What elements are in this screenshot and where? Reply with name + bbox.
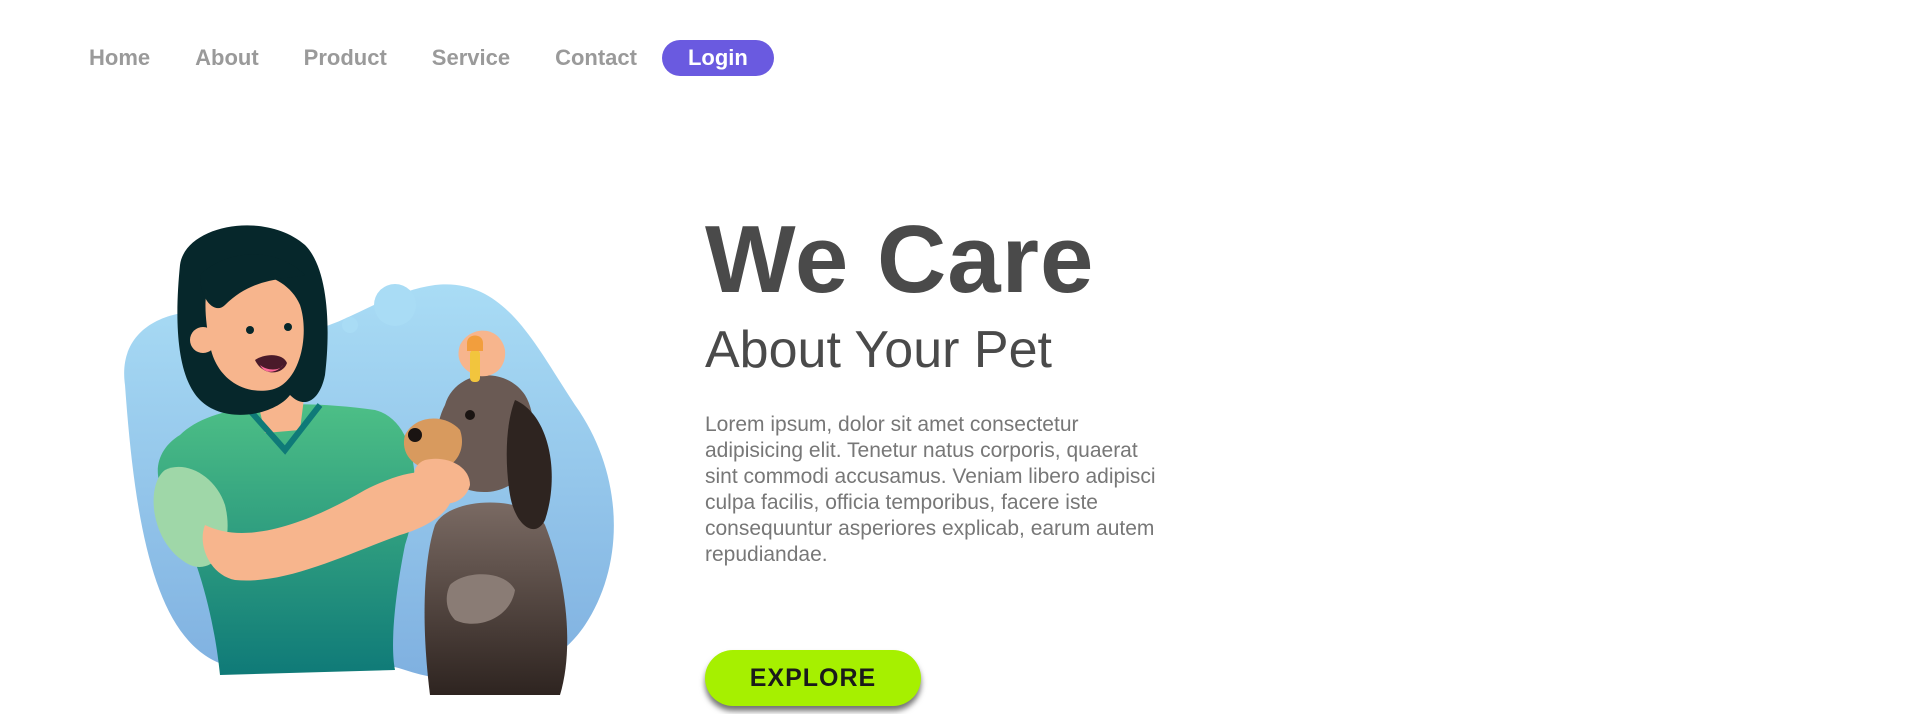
hero-description: Lorem ipsum, dolor sit amet consectetur … (705, 413, 1156, 566)
dog-eye (465, 410, 475, 420)
bubble-small (342, 317, 358, 333)
dropper-bulb (467, 335, 483, 351)
woman-eye-right (284, 323, 292, 331)
dropper (470, 350, 480, 382)
nav-link-product[interactable]: Product (304, 40, 387, 76)
nav-link-contact[interactable]: Contact (555, 40, 637, 76)
top-nav: Home About Product Service Contact Login (89, 40, 774, 76)
explore-button[interactable]: EXPLORE (705, 650, 921, 706)
woman-eye-left (246, 326, 254, 334)
illustration-svg (124, 225, 614, 695)
hero-subtitle: About Your Pet (705, 321, 1052, 379)
bubble-large (374, 284, 416, 326)
landing-page: Home About Product Service Contact Login (0, 0, 1919, 714)
hero-section: We Care About Your Pet Lorem ipsum, dolo… (705, 210, 1265, 568)
nav-link-about[interactable]: About (195, 40, 259, 76)
dog-nose (408, 428, 422, 442)
hero-title: We Care (705, 206, 1095, 313)
woman-with-dog-illustration (105, 225, 645, 695)
woman-ear (190, 327, 216, 353)
login-button[interactable]: Login (661, 40, 774, 76)
nav-link-home[interactable]: Home (89, 40, 150, 76)
nav-link-service[interactable]: Service (432, 40, 510, 76)
